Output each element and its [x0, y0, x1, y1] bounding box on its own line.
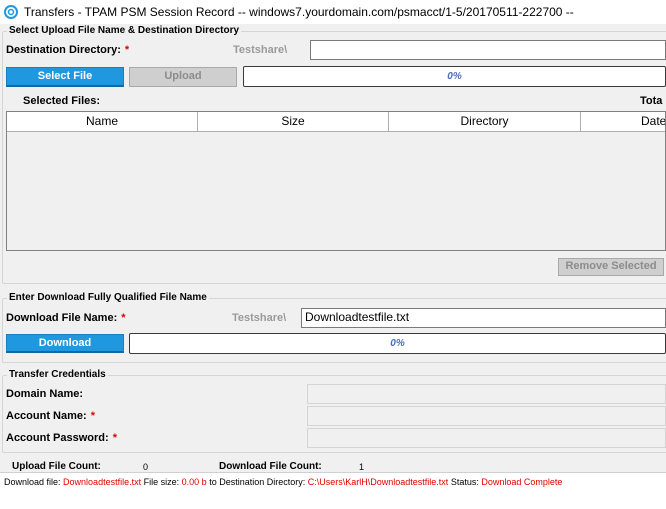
status-dir-label: to Destination Directory:: [209, 477, 306, 487]
account-password-input[interactable]: [307, 428, 666, 448]
status-message: Download file: Downloadtestfile.txt File…: [4, 477, 562, 487]
credentials-group-title: Transfer Credentials: [7, 369, 108, 380]
destination-prefix: Testshare\: [233, 44, 288, 56]
download-file-name-label: Download File Name: *: [6, 312, 126, 324]
select-file-button[interactable]: Select File: [6, 67, 124, 87]
download-file-count-value: 1: [359, 462, 365, 472]
download-group-title: Enter Download Fully Qualified File Name: [7, 292, 209, 303]
remove-selected-button[interactable]: Remove Selected: [558, 258, 664, 276]
download-progress-bar: 0%: [129, 333, 666, 354]
download-file-count-label: Download File Count:: [219, 461, 322, 472]
column-header-size[interactable]: Size: [198, 112, 389, 132]
status-label: Status:: [450, 477, 479, 487]
status-size: 0.00 b: [181, 477, 207, 487]
domain-name-label: Domain Name:: [6, 388, 84, 400]
required-marker: *: [124, 44, 130, 56]
upload-group-title: Select Upload File Name & Destination Di…: [7, 25, 242, 36]
required-marker: *: [121, 312, 126, 324]
upload-progress-text: 0%: [447, 71, 462, 82]
required-marker: *: [112, 432, 117, 444]
selected-files-label: Selected Files:: [23, 95, 101, 107]
upload-file-count-label: Upload File Count:: [12, 461, 101, 472]
selected-files-table[interactable]: Name Size Directory Date: [6, 111, 666, 251]
total-label: Tota: [640, 95, 663, 107]
required-marker: *: [90, 410, 95, 422]
domain-name-input[interactable]: [307, 384, 666, 404]
status-size-label: File size:: [143, 477, 180, 487]
download-progress-text: 0%: [390, 338, 405, 349]
upload-progress-bar: 0%: [243, 66, 666, 87]
title-bar: Transfers - TPAM PSM Session Record -- w…: [0, 0, 666, 24]
status-value: Download Complete: [481, 477, 563, 487]
status-log[interactable]: Download file: Downloadtestfile.txt File…: [0, 472, 666, 509]
destination-directory-label: Destination Directory: *: [6, 44, 130, 56]
download-prefix: Testshare\: [232, 312, 287, 324]
account-name-label: Account Name: *: [6, 410, 95, 422]
destination-directory-input[interactable]: [310, 40, 666, 60]
transfers-app-icon: [4, 5, 18, 19]
download-button[interactable]: Download: [6, 334, 124, 353]
column-header-name[interactable]: Name: [7, 112, 198, 132]
column-header-date[interactable]: Date: [581, 112, 665, 132]
column-header-directory[interactable]: Directory: [389, 112, 581, 132]
download-file-name-input[interactable]: Downloadtestfile.txt: [301, 308, 666, 328]
account-name-input[interactable]: [307, 406, 666, 426]
status-dir: C:\Users\KarlH\Downloadtestfile.txt: [307, 477, 449, 487]
status-file: Downloadtestfile.txt: [63, 477, 142, 487]
upload-file-count-value: 0: [143, 462, 149, 472]
window-title: Transfers - TPAM PSM Session Record -- w…: [24, 5, 574, 19]
account-password-label: Account Password: *: [6, 432, 117, 444]
status-prefix: Download file:: [4, 477, 61, 487]
upload-button[interactable]: Upload: [129, 67, 237, 87]
